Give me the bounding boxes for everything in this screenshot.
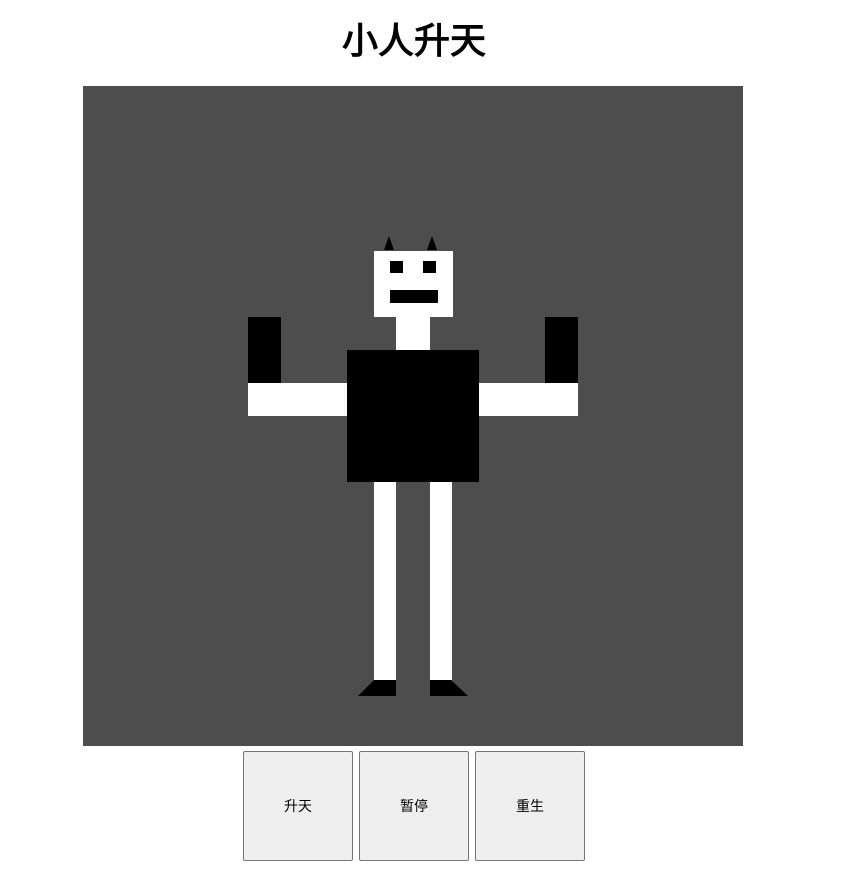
left-hand [248,317,281,383]
game-canvas[interactable] [83,86,743,746]
right-arm [479,383,578,416]
left-horn [384,236,394,250]
left-foot [358,680,396,696]
control-bar: 升天 暂停 重生 [243,751,585,861]
respawn-button[interactable]: 重生 [475,751,585,861]
torso [347,350,479,482]
right-horn [427,236,437,250]
right-foot [430,680,468,696]
pause-button[interactable]: 暂停 [359,751,469,861]
right-leg [430,482,452,680]
left-arm [248,383,347,416]
left-eye [390,261,403,273]
left-leg [374,482,396,680]
feet [358,680,468,696]
right-hand [545,317,578,383]
page-title: 小人升天 [341,21,486,62]
right-eye [423,261,436,273]
head [374,251,453,317]
page: 小人升天 升天 暂停 重生 [0,0,853,880]
ascend-button[interactable]: 升天 [243,751,353,861]
neck [396,317,430,350]
mouth [390,290,438,303]
